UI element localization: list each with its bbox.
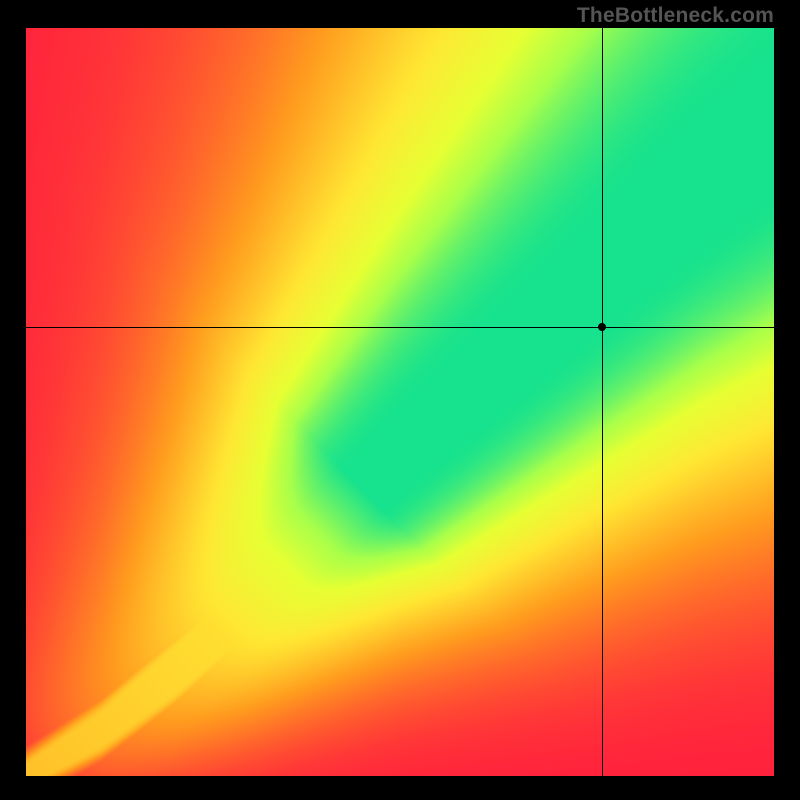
crosshair-vertical [602,28,603,776]
heatmap-canvas [26,28,774,776]
watermark-text: TheBottleneck.com [577,4,774,28]
chart-frame: TheBottleneck.com [0,0,800,800]
crosshair-horizontal [26,327,774,328]
heatmap-plot [26,28,774,776]
